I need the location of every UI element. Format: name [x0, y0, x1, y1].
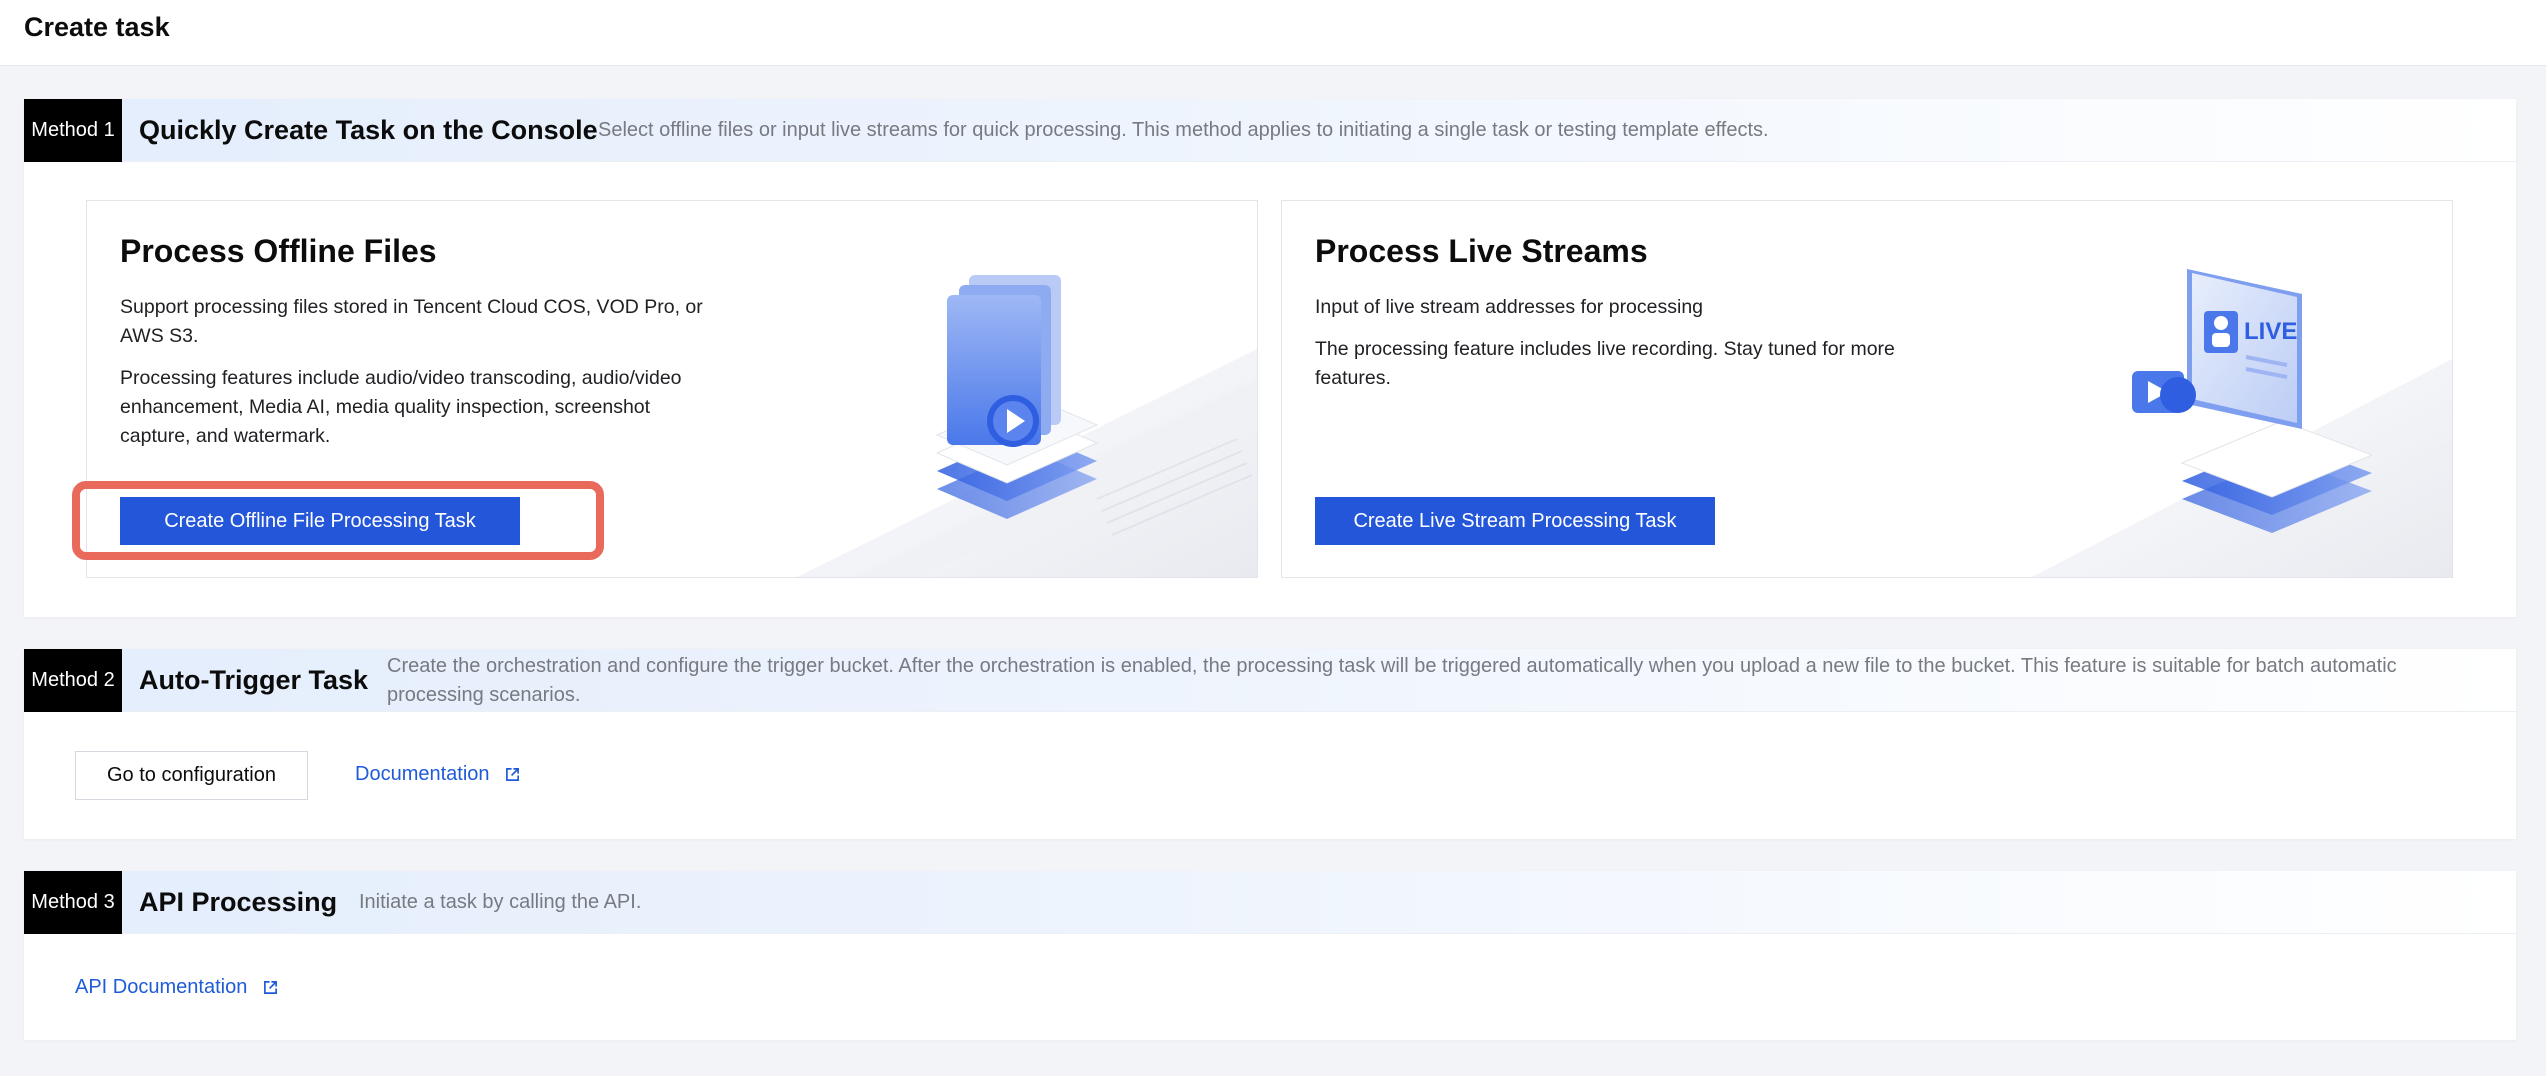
offline-files-illustration — [797, 275, 1257, 577]
method-badge: Method 3 — [24, 871, 122, 934]
method-badge: Method 1 — [24, 99, 122, 162]
live-streams-title: Process Live Streams — [1315, 233, 1648, 269]
live-streams-text-2: The processing feature includes live rec… — [1315, 338, 1895, 389]
go-to-configuration-button[interactable]: Go to configuration — [75, 751, 308, 800]
method-description: Initiate a task by calling the API. — [359, 891, 642, 913]
method-2-card: Method 2 Auto-Trigger Task Create the or… — [24, 649, 2516, 839]
live-streams-text-1: Input of live stream addresses for proce… — [1315, 296, 1704, 318]
api-documentation-link[interactable]: API Documentation — [75, 976, 278, 999]
method-title: Auto-Trigger Task — [139, 665, 369, 695]
method-description: Select offline files or input live strea… — [598, 119, 1769, 141]
top-bar: Create task — [0, 0, 2546, 66]
method-2-header: Method 2 Auto-Trigger Task Create the or… — [24, 649, 2516, 712]
method-1-card: Method 1 Quickly Create Task on the Cons… — [24, 99, 2516, 617]
method-title: API Processing — [139, 887, 338, 917]
offline-files-card: Process Offline Files Support processing… — [86, 200, 1258, 578]
create-offline-task-button[interactable]: Create Offline File Processing Task — [120, 497, 520, 545]
live-streams-card: Process Live Streams Input of live strea… — [1281, 200, 2453, 578]
svg-text:LIVE: LIVE — [2244, 318, 2297, 345]
external-link-icon — [506, 768, 520, 782]
live-streams-illustration: LIVE — [2032, 269, 2452, 577]
create-live-stream-task-button[interactable]: Create Live Stream Processing Task — [1315, 497, 1715, 545]
method-title: Quickly Create Task on the Console — [139, 115, 598, 145]
documentation-link-label: Documentation — [355, 763, 490, 785]
method-description: Create the orchestration and configure t… — [387, 655, 2397, 706]
method-badge: Method 2 — [24, 649, 122, 712]
page-title: Create task — [24, 12, 170, 42]
offline-files-title: Process Offline Files — [120, 233, 437, 269]
offline-files-text-2: Processing features include audio/video … — [120, 367, 682, 447]
offline-files-text-1: Support processing files stored in Tence… — [120, 296, 703, 347]
method-1-header: Method 1 Quickly Create Task on the Cons… — [24, 99, 2516, 162]
external-link-icon — [263, 981, 277, 995]
method-3-card: Method 3 API Processing Initiate a task … — [24, 871, 2516, 1040]
api-documentation-link-label: API Documentation — [75, 976, 248, 998]
documentation-link[interactable]: Documentation — [355, 763, 520, 786]
method-3-header: Method 3 API Processing Initiate a task … — [24, 871, 2516, 934]
